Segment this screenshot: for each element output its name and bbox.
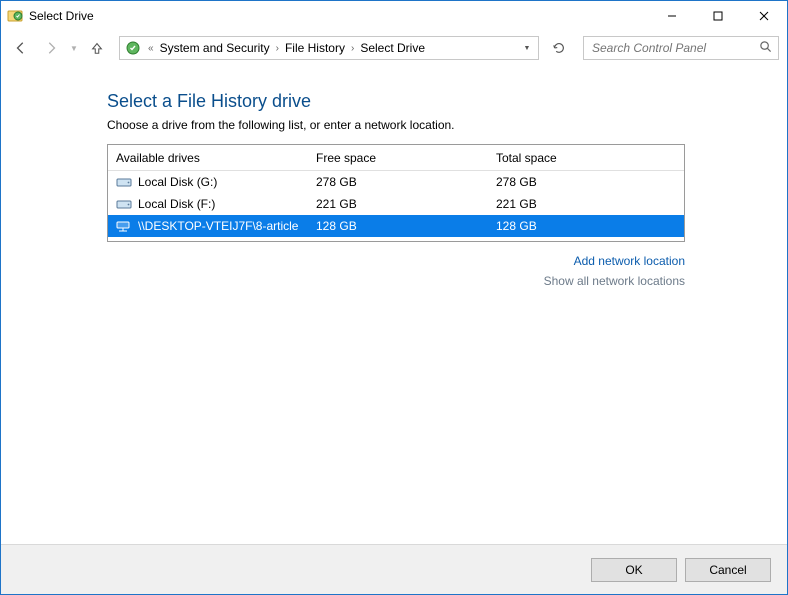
drive-name: Local Disk (G:) bbox=[138, 175, 217, 189]
chevron-right-icon: › bbox=[272, 43, 283, 54]
footer-bar: OK Cancel bbox=[1, 544, 787, 594]
table-row[interactable]: Local Disk (G:) 278 GB278 GB bbox=[108, 171, 684, 193]
app-icon bbox=[7, 8, 23, 24]
drive-icon bbox=[116, 198, 132, 210]
ok-button[interactable]: OK bbox=[591, 558, 677, 582]
breadcrumb-segment[interactable]: File History bbox=[283, 41, 347, 55]
drive-total: 221 GB bbox=[496, 197, 676, 211]
breadcrumb-dropdown[interactable]: ▼ bbox=[518, 37, 536, 59]
col-available-drives[interactable]: Available drives bbox=[116, 151, 316, 165]
drive-icon bbox=[116, 176, 132, 188]
search-input[interactable] bbox=[590, 40, 759, 56]
titlebar: Select Drive bbox=[1, 1, 787, 31]
table-row[interactable]: \\DESKTOP-VTEIJ7F\8-article 128 GB128 GB bbox=[108, 215, 684, 237]
chevron-right-icon: › bbox=[347, 43, 358, 54]
drive-free: 128 GB bbox=[316, 219, 496, 233]
navigation-bar: ▼ « System and Security › File History ›… bbox=[1, 31, 787, 65]
drive-total: 278 GB bbox=[496, 175, 676, 189]
refresh-button[interactable] bbox=[547, 36, 571, 60]
breadcrumb-segment[interactable]: System and Security bbox=[158, 41, 272, 55]
forward-button[interactable] bbox=[39, 36, 63, 60]
breadcrumb-prefix: « bbox=[144, 43, 158, 54]
link-row: Add network location Show all network lo… bbox=[107, 254, 685, 288]
up-button[interactable] bbox=[85, 36, 109, 60]
drive-icon bbox=[116, 220, 132, 232]
search-box[interactable] bbox=[583, 36, 779, 60]
page-title: Select a File History drive bbox=[107, 91, 747, 112]
show-all-network-locations-link[interactable]: Show all network locations bbox=[107, 274, 685, 288]
table-header: Available drives Free space Total space bbox=[108, 145, 684, 171]
window-frame: Select Drive ▼ bbox=[0, 0, 788, 595]
drive-table: Available drives Free space Total space … bbox=[107, 144, 685, 242]
cancel-button[interactable]: Cancel bbox=[685, 558, 771, 582]
drive-free: 278 GB bbox=[316, 175, 496, 189]
add-network-location-link[interactable]: Add network location bbox=[107, 254, 685, 268]
breadcrumb-segment[interactable]: Select Drive bbox=[358, 41, 427, 55]
table-body: Local Disk (G:) 278 GB278 GB Local Disk (F… bbox=[108, 171, 684, 241]
maximize-button[interactable] bbox=[695, 1, 741, 31]
search-icon[interactable] bbox=[759, 40, 772, 56]
window-title: Select Drive bbox=[29, 9, 94, 23]
drive-name: \\DESKTOP-VTEIJ7F\8-article bbox=[138, 219, 298, 233]
drive-total: 128 GB bbox=[496, 219, 676, 233]
col-total-space[interactable]: Total space bbox=[496, 151, 676, 165]
close-button[interactable] bbox=[741, 1, 787, 31]
back-button[interactable] bbox=[9, 36, 33, 60]
page-subtitle: Choose a drive from the following list, … bbox=[107, 118, 747, 132]
breadcrumb[interactable]: « System and Security › File History › S… bbox=[119, 36, 539, 60]
control-panel-icon bbox=[124, 39, 142, 57]
drive-name: Local Disk (F:) bbox=[138, 197, 215, 211]
col-free-space[interactable]: Free space bbox=[316, 151, 496, 165]
content-area: Select a File History drive Choose a dri… bbox=[1, 65, 787, 544]
table-row[interactable]: Local Disk (F:) 221 GB221 GB bbox=[108, 193, 684, 215]
minimize-button[interactable] bbox=[649, 1, 695, 31]
drive-free: 221 GB bbox=[316, 197, 496, 211]
window-controls bbox=[649, 1, 787, 31]
recent-locations-dropdown[interactable]: ▼ bbox=[69, 44, 79, 53]
